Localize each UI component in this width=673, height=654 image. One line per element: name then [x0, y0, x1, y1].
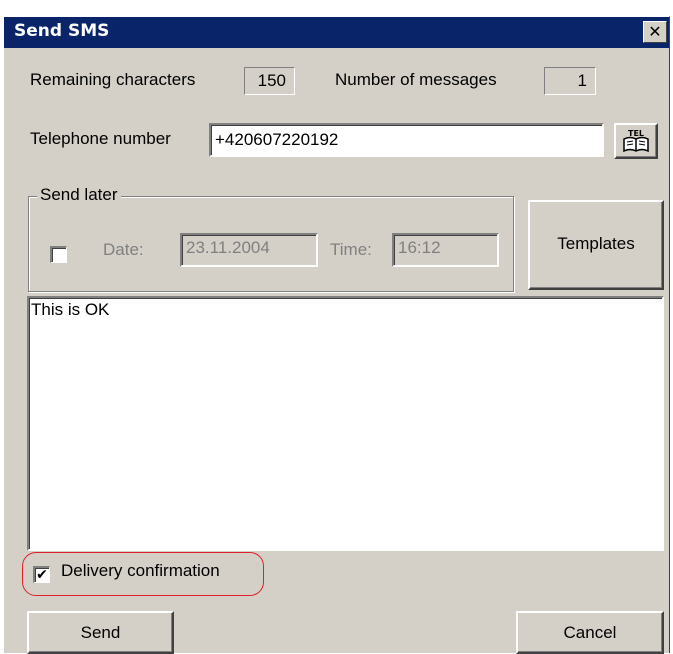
send-sms-dialog: Send SMS ✕ Remaining characters 150 Numb…	[3, 16, 670, 654]
dialog-title: Send SMS	[14, 21, 110, 41]
send-later-checkbox[interactable]	[50, 246, 67, 263]
send-later-legend: Send later	[37, 185, 121, 205]
remaining-characters-value: 150	[244, 67, 295, 95]
time-value: 16:12	[398, 238, 441, 257]
telephone-number-input[interactable]: +420607220192	[209, 123, 604, 157]
phonebook-button[interactable]: TEL	[614, 123, 658, 159]
telephone-number-value: +420607220192	[215, 130, 339, 149]
time-input[interactable]: 16:12	[392, 233, 499, 267]
date-input[interactable]: 23.11.2004	[180, 233, 318, 267]
delivery-confirmation-checkbox[interactable]: ✔	[33, 566, 50, 583]
number-of-messages-value: 1	[544, 67, 596, 95]
templates-button[interactable]: Templates	[528, 200, 664, 290]
checkmark-icon: ✔	[36, 566, 48, 582]
number-of-messages-label: Number of messages	[335, 70, 497, 89]
delivery-confirmation-label[interactable]: Delivery confirmation	[61, 561, 220, 581]
time-label: Time:	[330, 240, 372, 259]
message-textarea[interactable]: This is OK	[27, 296, 664, 551]
cancel-button[interactable]: Cancel	[516, 611, 664, 654]
title-bar[interactable]: Send SMS ✕	[4, 17, 669, 48]
date-value: 23.11.2004	[186, 238, 270, 257]
remaining-characters-label: Remaining characters	[30, 70, 196, 89]
phonebook-icon-text: TEL	[628, 129, 644, 138]
close-icon: ✕	[648, 22, 662, 41]
date-label: Date:	[103, 240, 144, 259]
phonebook-icon: TEL	[623, 129, 649, 153]
telephone-number-label: Telephone number	[30, 129, 171, 148]
send-button[interactable]: Send	[27, 611, 174, 654]
close-button[interactable]: ✕	[643, 21, 667, 43]
message-text: This is OK	[31, 300, 110, 319]
